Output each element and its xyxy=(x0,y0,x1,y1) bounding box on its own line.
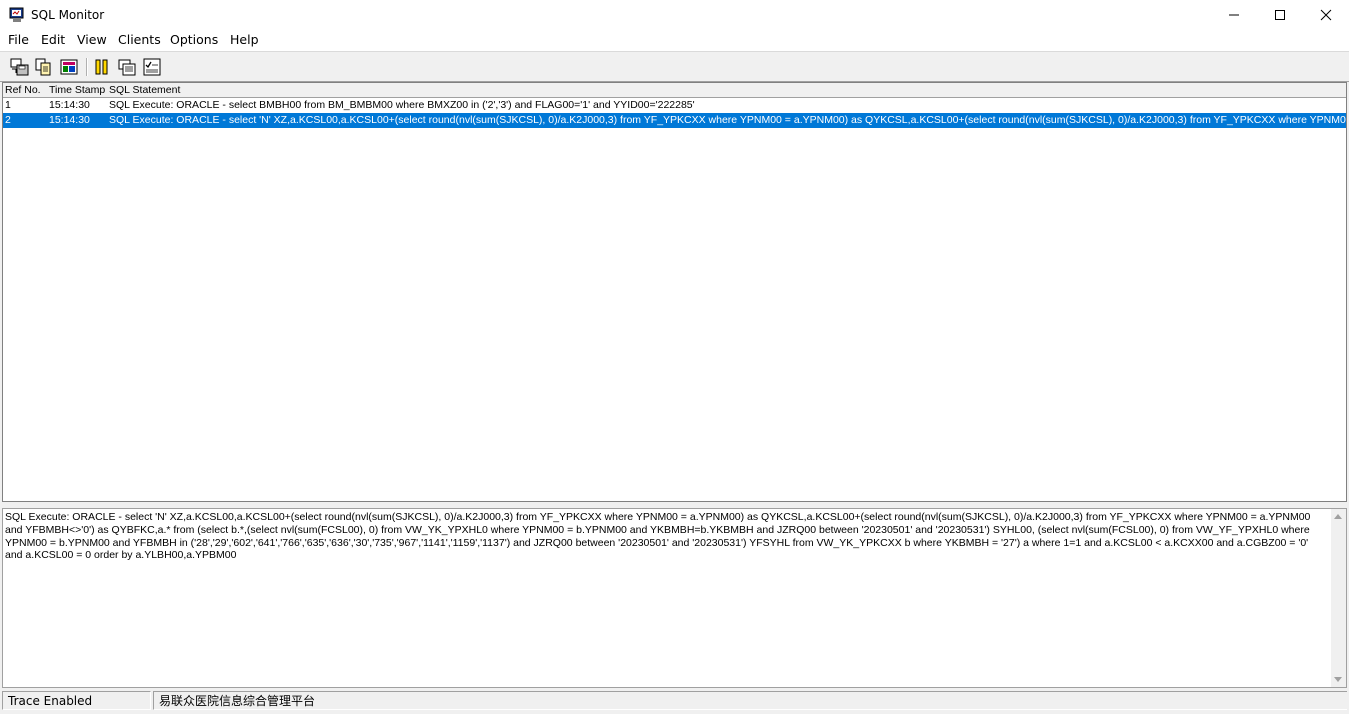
sql-monitor-app-icon xyxy=(9,7,25,23)
time-stamp-cell: 15:14:30 xyxy=(49,99,90,111)
column-header-sql-statement[interactable]: SQL Statement xyxy=(109,83,180,97)
menu-clients[interactable]: Clients xyxy=(118,32,161,48)
window-title: SQL Monitor xyxy=(31,8,105,22)
options-button[interactable] xyxy=(142,57,162,77)
scroll-up-icon[interactable] xyxy=(1334,514,1342,519)
pause-button[interactable] xyxy=(92,57,112,77)
table-row[interactable]: 1 15:14:30 SQL Execute: ORACLE - select … xyxy=(3,98,1346,113)
clear-button[interactable] xyxy=(117,57,137,77)
clear-icon xyxy=(118,59,136,76)
vertical-scrollbar[interactable] xyxy=(1331,509,1346,687)
list-header: Ref No. Time Stamp SQL Statement xyxy=(3,83,1346,98)
sql-detail-pane[interactable]: SQL Execute: ORACLE - select 'N' XZ,a.KC… xyxy=(2,508,1347,688)
scroll-down-icon[interactable] xyxy=(1334,677,1342,682)
copy-button[interactable] xyxy=(34,57,54,77)
print-button[interactable] xyxy=(59,57,79,77)
ref-no-cell: 2 xyxy=(5,114,11,126)
sql-statement-cell: SQL Execute: ORACLE - select BMBH00 from… xyxy=(109,99,695,111)
close-icon xyxy=(1320,9,1332,21)
menu-help[interactable]: Help xyxy=(230,32,259,48)
status-bar: Trace Enabled 易联众医院信息综合管理平台 xyxy=(0,689,1349,714)
menu-options[interactable]: Options xyxy=(170,32,218,48)
save-log-button[interactable] xyxy=(10,57,30,77)
sql-detail-text: SQL Execute: ORACLE - select 'N' XZ,a.KC… xyxy=(5,511,1311,562)
maximize-button[interactable] xyxy=(1257,0,1303,30)
table-row-selected[interactable]: 2 15:14:30 SQL Execute: ORACLE - select … xyxy=(3,113,1346,128)
column-header-time-stamp[interactable]: Time Stamp xyxy=(49,83,105,97)
menu-file[interactable]: File xyxy=(8,32,29,48)
toolbar xyxy=(0,52,1349,82)
menu-edit[interactable]: Edit xyxy=(41,32,65,48)
time-stamp-cell: 15:14:30 xyxy=(49,114,90,126)
sql-trace-list[interactable]: Ref No. Time Stamp SQL Statement 1 15:14… xyxy=(2,82,1347,502)
sql-statement-cell: SQL Execute: ORACLE - select 'N' XZ,a.KC… xyxy=(109,114,1347,126)
column-header-ref-no[interactable]: Ref No. xyxy=(5,83,41,97)
status-trace-enabled: Trace Enabled xyxy=(2,691,151,710)
minimize-icon xyxy=(1229,14,1239,16)
print-icon xyxy=(60,59,78,75)
ref-no-cell: 1 xyxy=(5,99,11,111)
title-bar: SQL Monitor xyxy=(0,0,1349,30)
menu-view[interactable]: View xyxy=(77,32,107,48)
maximize-icon xyxy=(1275,10,1285,20)
status-app-name: 易联众医院信息综合管理平台 xyxy=(153,691,1347,710)
pause-icon xyxy=(95,59,108,75)
close-button[interactable] xyxy=(1303,0,1349,30)
copy-icon xyxy=(35,58,51,76)
options-icon xyxy=(143,58,161,76)
menu-bar: File Edit View Clients Options Help xyxy=(0,30,1349,52)
toolbar-separator xyxy=(86,58,88,76)
minimize-button[interactable] xyxy=(1211,0,1257,30)
save-log-icon xyxy=(10,58,29,76)
